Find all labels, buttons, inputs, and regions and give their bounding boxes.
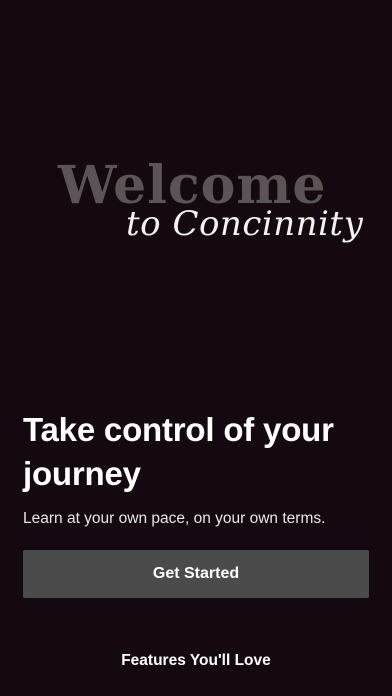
page-subtitle: Learn at your own pace, on your own term…: [23, 510, 326, 527]
get-started-button[interactable]: Get Started: [23, 550, 369, 598]
app-name-script: to Concinnity: [126, 204, 364, 244]
hero-logo: Welcome to Concinnity: [58, 158, 363, 268]
page-title: Take control of your journey: [23, 411, 334, 492]
features-section-title: Features You'll Love: [121, 652, 271, 669]
welcome-screen: Welcome to Concinnity Take control of yo…: [0, 0, 392, 696]
